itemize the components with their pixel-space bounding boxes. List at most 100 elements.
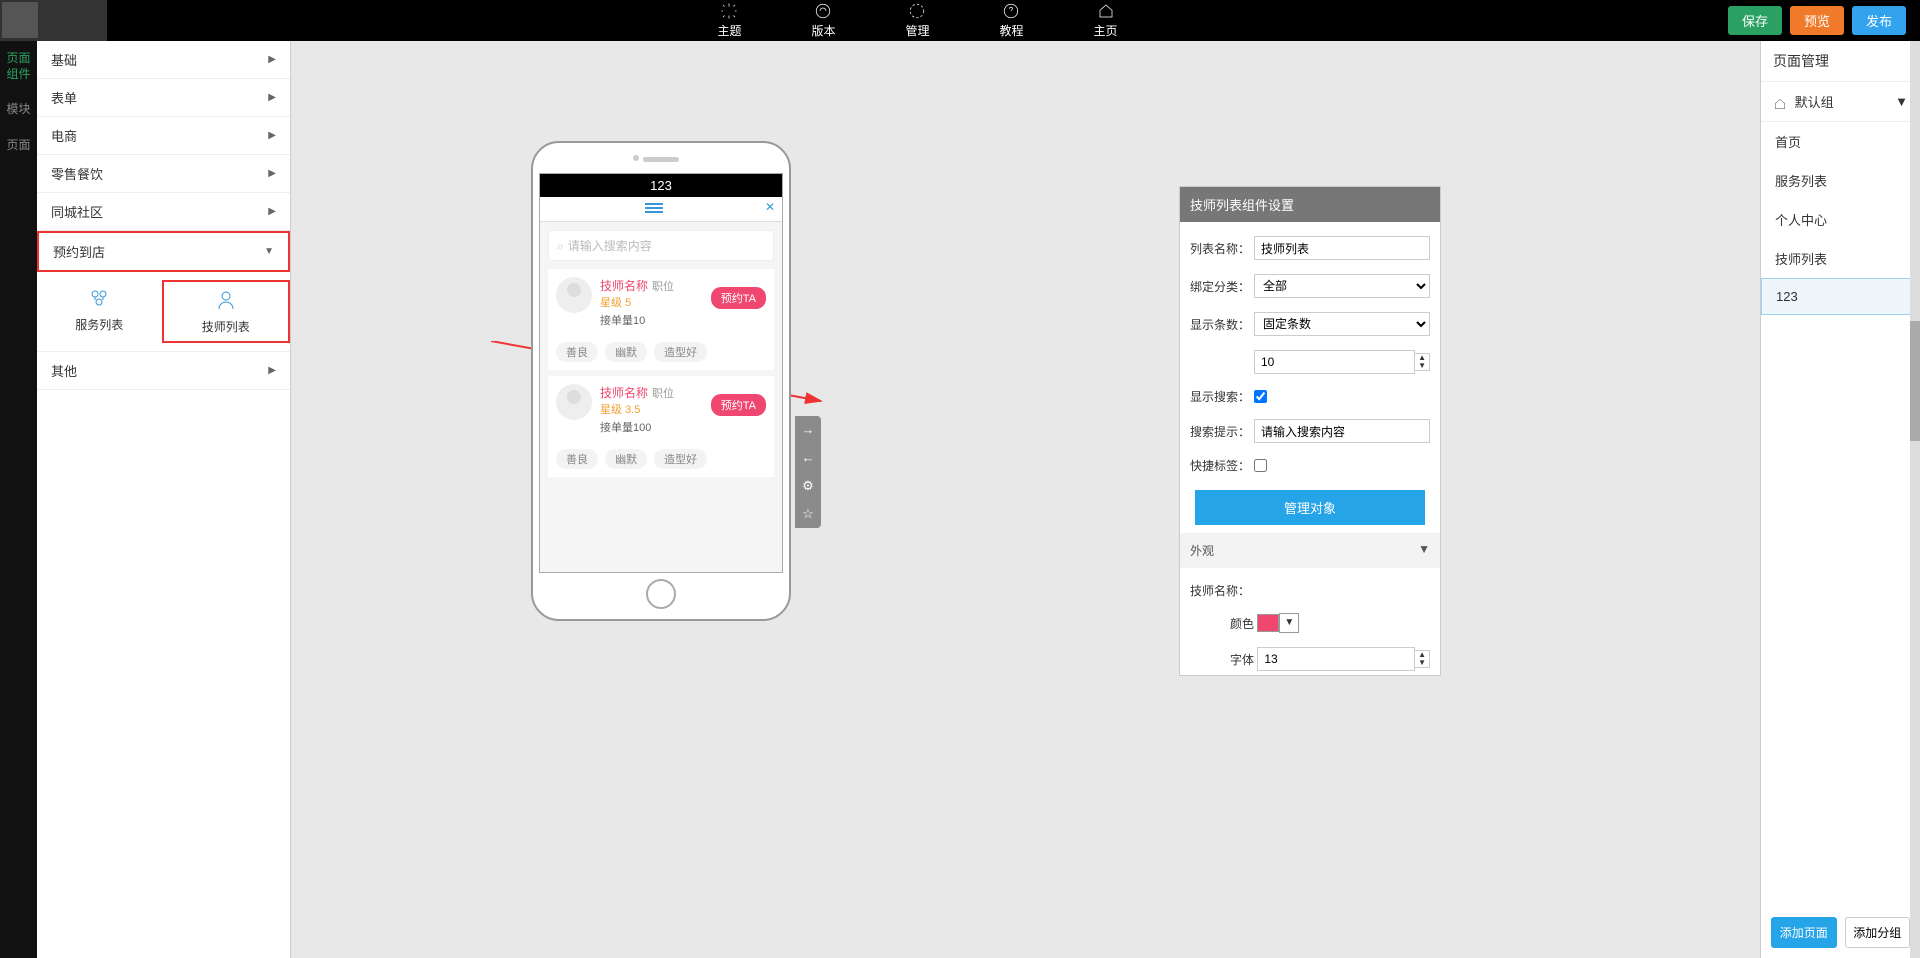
input-list-name[interactable] bbox=[1254, 236, 1430, 260]
book-button[interactable]: 预约TA bbox=[711, 394, 766, 416]
left-tabs: 页面 组件 模块 页面 bbox=[0, 41, 37, 958]
tag: 造型好 bbox=[654, 342, 707, 362]
tab-page-components[interactable]: 页面 组件 bbox=[0, 41, 37, 92]
tab-pages[interactable]: 页面 bbox=[0, 128, 37, 164]
subitem-tech-list[interactable]: 技师列表 bbox=[162, 280, 291, 343]
select-count-mode[interactable]: 固定条数 bbox=[1254, 312, 1430, 336]
page-manager-panel: 页面管理 默认组 ▼ 首页 服务列表 个人中心 技师列表 123 添加页面 添加… bbox=[1760, 41, 1920, 958]
chevron-right-icon: ▶ bbox=[268, 206, 276, 217]
chevron-down-icon: ▼ bbox=[1418, 542, 1430, 559]
label-quick-tag: 快捷标签： bbox=[1190, 457, 1254, 474]
label-color: 颜色 bbox=[1190, 615, 1254, 632]
add-page-button[interactable]: 添加页面 bbox=[1771, 917, 1837, 948]
section-appearance[interactable]: 外观▼ bbox=[1180, 533, 1440, 568]
nav-version[interactable]: 版本 bbox=[811, 2, 835, 39]
chevron-down-icon: ▼ bbox=[264, 246, 274, 257]
scrollbar-thumb[interactable] bbox=[1910, 321, 1920, 441]
scrollbar-track[interactable] bbox=[1910, 41, 1920, 958]
avatar bbox=[556, 277, 592, 313]
font-stepper[interactable]: ▲▼ bbox=[1415, 650, 1430, 668]
label-show-search: 显示搜索： bbox=[1190, 388, 1254, 405]
tag: 善良 bbox=[556, 449, 598, 469]
page-item-service-list[interactable]: 服务列表 bbox=[1761, 161, 1920, 200]
chevron-right-icon: ▶ bbox=[268, 130, 276, 141]
chevron-right-icon: ▶ bbox=[268, 92, 276, 103]
tech-position: 职位 bbox=[652, 388, 674, 400]
tool-forward-icon[interactable]: → bbox=[795, 416, 821, 444]
label-tech-name: 技师名称： bbox=[1190, 582, 1254, 599]
nav-manage[interactable]: 管理 bbox=[905, 2, 929, 39]
top-bar: 主题 版本 管理 教程 主页 保存 预览 发布 bbox=[0, 0, 1920, 41]
canvas: 123 ✕ 请输入搜索内容 技师名称职位 星级 5 接单量10 预约TA 善良 … bbox=[291, 41, 1760, 958]
label-category: 绑定分类： bbox=[1190, 278, 1254, 295]
acc-form[interactable]: 表单▶ bbox=[37, 79, 290, 116]
input-font-size[interactable] bbox=[1257, 647, 1415, 671]
page-group[interactable]: 默认组 ▼ bbox=[1761, 82, 1920, 122]
page-item-profile[interactable]: 个人中心 bbox=[1761, 200, 1920, 239]
tab-modules[interactable]: 模块 bbox=[0, 92, 37, 128]
publish-button[interactable]: 发布 bbox=[1852, 6, 1906, 35]
label-count: 显示条数： bbox=[1190, 316, 1254, 333]
chevron-right-icon: ▶ bbox=[268, 365, 276, 376]
color-swatch[interactable] bbox=[1257, 614, 1279, 632]
add-group-button[interactable]: 添加分组 bbox=[1845, 917, 1911, 948]
chevron-right-icon: ▶ bbox=[268, 168, 276, 179]
phone-preview: 123 ✕ 请输入搜索内容 技师名称职位 星级 5 接单量10 预约TA 善良 … bbox=[531, 141, 791, 621]
tool-link-icon[interactable]: ⚙ bbox=[795, 472, 821, 500]
settings-title: 技师列表组件设置 bbox=[1180, 187, 1440, 222]
tech-card[interactable]: 技师名称职位 星级 5 接单量10 预约TA 善良 幽默 造型好 bbox=[548, 269, 774, 370]
save-button[interactable]: 保存 bbox=[1728, 6, 1782, 35]
phone-side-tools: → ← ⚙ ☆ bbox=[795, 416, 821, 528]
preview-button[interactable]: 预览 bbox=[1790, 6, 1844, 35]
phone-screen[interactable]: 123 ✕ 请输入搜索内容 技师名称职位 星级 5 接单量10 预约TA 善良 … bbox=[539, 173, 783, 573]
page-item-123[interactable]: 123 bbox=[1761, 278, 1920, 315]
phone-title: 123 bbox=[540, 174, 782, 197]
acc-retail[interactable]: 零售餐饮▶ bbox=[37, 155, 290, 192]
acc-other[interactable]: 其他▶ bbox=[37, 352, 290, 389]
phone-searchbox[interactable]: 请输入搜索内容 bbox=[548, 230, 774, 261]
nav-tutorial[interactable]: 教程 bbox=[999, 2, 1023, 39]
label-list-name: 列表名称： bbox=[1190, 240, 1254, 257]
checkbox-quick-tag[interactable] bbox=[1254, 459, 1267, 472]
label-search-hint: 搜索提示： bbox=[1190, 423, 1254, 440]
select-category[interactable]: 全部 bbox=[1254, 274, 1430, 298]
tech-orders: 接单量10 bbox=[556, 312, 766, 328]
phone-menubar[interactable]: ✕ bbox=[540, 197, 782, 222]
nav-theme[interactable]: 主题 bbox=[717, 2, 741, 39]
count-stepper[interactable]: ▲▼ bbox=[1415, 353, 1430, 371]
tool-star-icon[interactable]: ☆ bbox=[795, 500, 821, 528]
color-dropdown[interactable]: ▼ bbox=[1279, 613, 1299, 633]
acc-community[interactable]: 同城社区▶ bbox=[37, 193, 290, 230]
settings-panel: 技师列表组件设置 列表名称： 绑定分类：全部 显示条数：固定条数 ▲▼ 显示搜索… bbox=[1179, 186, 1441, 676]
input-search-hint[interactable] bbox=[1254, 419, 1430, 443]
chevron-down-icon: ▼ bbox=[1895, 94, 1908, 109]
tag: 造型好 bbox=[654, 449, 707, 469]
menu-icon bbox=[645, 201, 663, 213]
subitem-service-list[interactable]: 服务列表 bbox=[37, 280, 162, 343]
top-nav: 主题 版本 管理 教程 主页 bbox=[107, 2, 1728, 39]
close-icon[interactable]: ✕ bbox=[765, 200, 775, 214]
avatar bbox=[556, 384, 592, 420]
checkbox-show-search[interactable] bbox=[1254, 390, 1267, 403]
phone-home-button bbox=[646, 579, 676, 609]
nav-home[interactable]: 主页 bbox=[1094, 2, 1118, 39]
chevron-right-icon: ▶ bbox=[268, 54, 276, 65]
page-manager-title: 页面管理 bbox=[1761, 41, 1920, 82]
logo-area bbox=[0, 0, 107, 41]
input-count[interactable] bbox=[1254, 350, 1415, 374]
tech-card[interactable]: 技师名称职位 星级 3.5 接单量100 预约TA 善良 幽默 造型好 bbox=[548, 376, 774, 477]
tag: 幽默 bbox=[605, 342, 647, 362]
page-item-tech-list[interactable]: 技师列表 bbox=[1761, 239, 1920, 278]
tool-back-icon[interactable]: ← bbox=[795, 444, 821, 472]
component-panel: 基础▶ 表单▶ 电商▶ 零售餐饮▶ 同城社区▶ 预约到店▼ 服务列表 技师列表 … bbox=[37, 41, 291, 958]
acc-basic[interactable]: 基础▶ bbox=[37, 41, 290, 78]
acc-ecommerce[interactable]: 电商▶ bbox=[37, 117, 290, 154]
acc-booking[interactable]: 预约到店▼ bbox=[37, 231, 290, 272]
manage-object-button[interactable]: 管理对象 bbox=[1195, 490, 1425, 525]
label-font: 字体 bbox=[1190, 651, 1254, 668]
tag: 幽默 bbox=[605, 449, 647, 469]
book-button[interactable]: 预约TA bbox=[711, 287, 766, 309]
tag: 善良 bbox=[556, 342, 598, 362]
tech-position: 职位 bbox=[652, 281, 674, 293]
page-item-home[interactable]: 首页 bbox=[1761, 122, 1920, 161]
